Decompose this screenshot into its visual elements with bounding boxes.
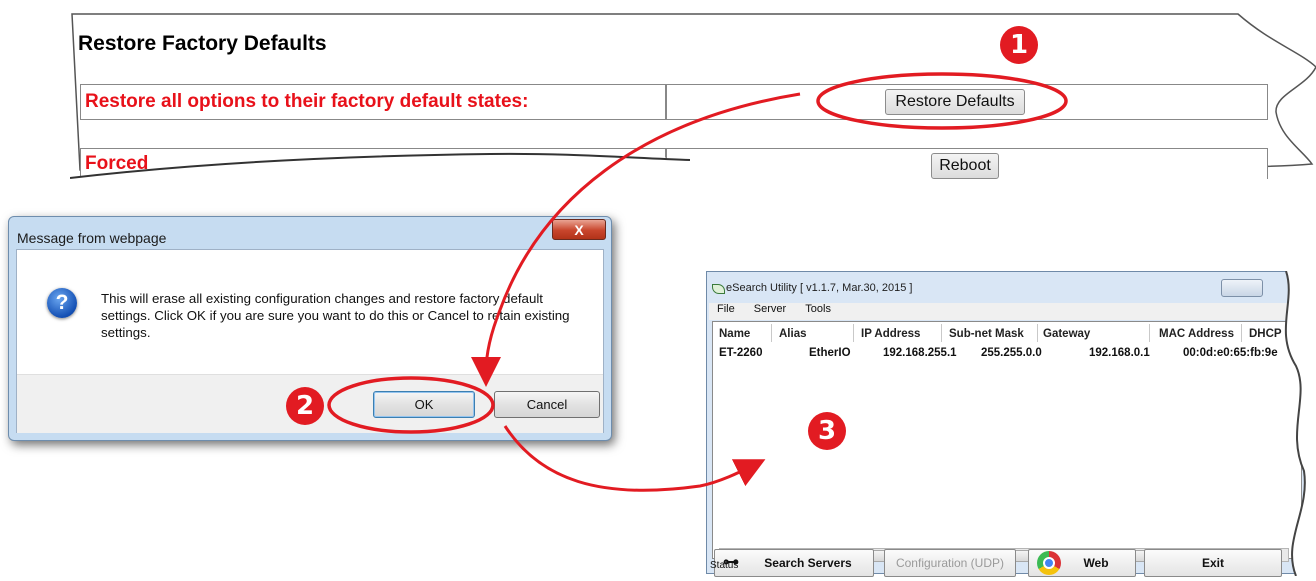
arrow-dialog-to-esearch [503, 425, 766, 492]
step-marker-2: 2 [286, 387, 324, 425]
step-marker-3: 3 [808, 412, 846, 450]
annotation-overlay [327, 72, 1068, 492]
step-marker-1: 1 [1000, 26, 1038, 64]
arrow-restore-to-dialog [471, 92, 801, 387]
highlight-oval-ok [327, 376, 495, 434]
highlight-oval-restore [816, 72, 1068, 130]
